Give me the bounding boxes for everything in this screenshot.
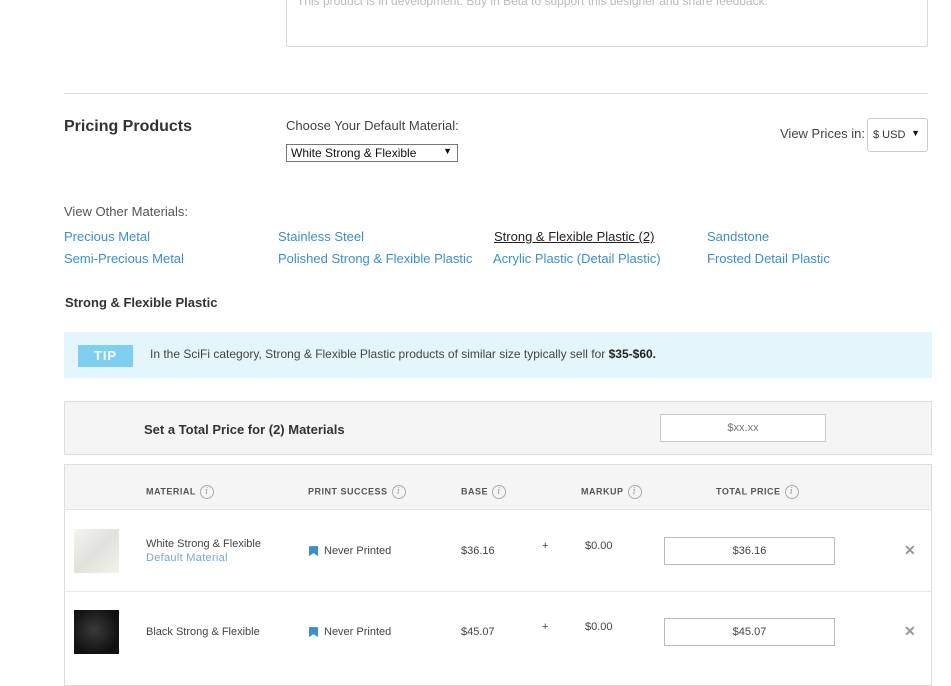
material-link-semi-precious-metal[interactable]: Semi-Precious Metal [64,251,184,266]
row-markup: $0.00 [585,540,613,552]
row-material-name: White Strong & Flexible [146,538,261,550]
tip-price-range: $35-$60. [608,347,656,361]
header-total-price-label: TOTAL PRICE [716,486,781,497]
info-icon[interactable]: i [391,485,406,499]
divider [64,93,928,94]
plus-sign: + [542,621,549,633]
remove-icon[interactable]: ✕ [904,542,916,559]
currency-select[interactable]: $ USD ▼ [867,118,928,152]
material-thumbnail-white [74,529,119,573]
header-base: BASE i [461,485,507,499]
header-base-label: BASE [461,486,489,497]
chevron-down-icon: ▼ [911,128,920,138]
tip-badge: TIP [78,345,133,367]
material-link-stainless-steel[interactable]: Stainless Steel [278,229,364,244]
bookmark-icon [309,627,318,638]
default-material-label: Choose Your Default Material: [286,118,459,133]
total-price-input[interactable] [660,414,826,442]
pricing-title: Pricing Products [64,118,193,135]
row-print-success-label: Never Printed [324,626,392,638]
chevron-down-icon: ▼ [443,146,452,156]
row-material-name: Black Strong & Flexible [146,626,260,638]
material-link-acrylic-plastic[interactable]: Acrylic Plastic (Detail Plastic) [493,251,661,266]
row-base-price: $45.07 [461,626,495,638]
header-print-success: PRINT SUCCESS i [308,485,406,499]
row-markup: $0.00 [585,621,613,633]
view-prices-label: View Prices in: [780,126,866,141]
info-icon[interactable]: i [199,485,214,499]
row-total-price-input[interactable]: $36.16 [664,537,835,565]
material-section-title: Strong & Flexible Plastic [65,295,218,310]
header-markup-label: MARKUP [581,486,624,497]
other-materials-label: View Other Materials: [64,204,189,219]
bookmark-icon [309,546,318,557]
default-material-select[interactable]: White Strong & Flexible ▼ [286,144,458,162]
header-print-success-label: PRINT SUCCESS [308,486,388,497]
material-thumbnail-black [74,610,119,654]
header-material: MATERIAL i [146,485,214,499]
row-default-material-note: Default Material [146,552,228,564]
material-link-strong-flexible-active[interactable]: Strong & Flexible Plastic (2) [494,229,654,244]
plus-sign: + [542,540,549,552]
tip-message: In the SciFi category, Strong & Flexible… [150,347,609,361]
remove-icon[interactable]: ✕ [904,623,916,640]
currency-value: $ USD [873,129,906,141]
row-divider [65,591,931,592]
material-link-polished-strong-flexible[interactable]: Polished Strong & Flexible Plastic [278,251,472,266]
row-print-success-label: Never Printed [324,545,392,557]
default-material-value: White Strong & Flexible [291,146,417,160]
header-total-price: TOTAL PRICE i [716,485,799,499]
header-markup: MARKUP i [581,485,642,499]
material-link-sandstone[interactable]: Sandstone [707,229,769,244]
description-text: This product is in development. Buy in B… [297,0,768,8]
material-link-frosted-detail-plastic[interactable]: Frosted Detail Plastic [707,251,830,266]
row-total-price-input[interactable]: $45.07 [664,618,835,646]
row-print-success: Never Printed [309,626,391,638]
info-icon[interactable]: i [492,485,507,499]
total-price-label: Set a Total Price for (2) Materials [144,422,345,437]
tip-text: In the SciFi category, Strong & Flexible… [150,347,656,361]
material-link-precious-metal[interactable]: Precious Metal [64,229,150,244]
row-print-success: Never Printed [309,545,391,557]
info-icon[interactable]: i [784,485,799,499]
row-base-price: $36.16 [461,545,495,557]
header-material-label: MATERIAL [146,486,196,497]
info-icon[interactable]: i [627,485,642,499]
